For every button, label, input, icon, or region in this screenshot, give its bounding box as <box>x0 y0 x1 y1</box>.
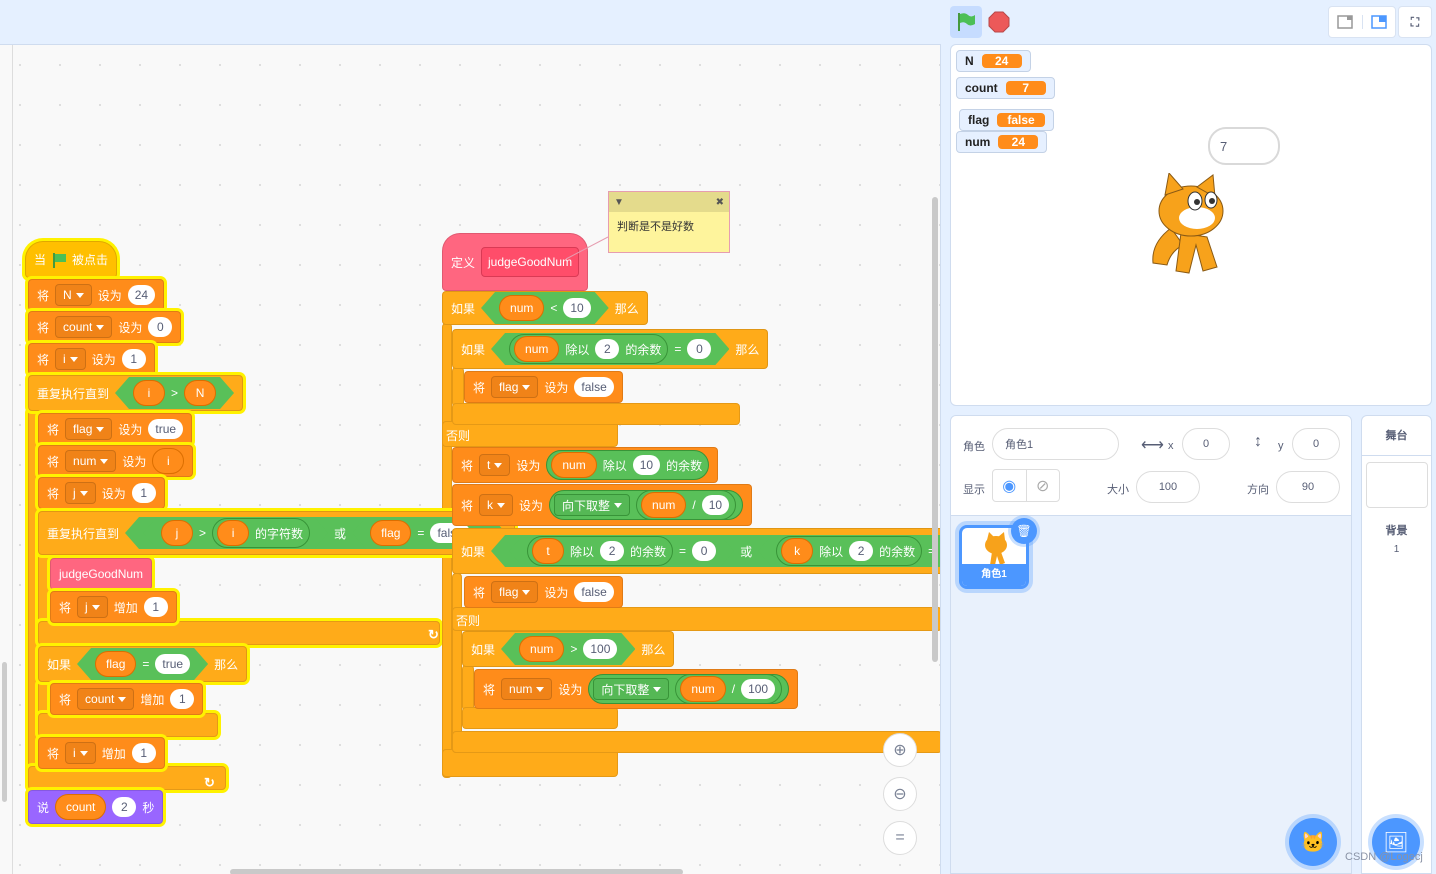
monitor-flag[interactable]: flag false <box>959 109 1054 131</box>
cat-sprite[interactable] <box>1141 173 1241 277</box>
choose-sprite-button[interactable]: 🐱 <box>1289 818 1337 866</box>
backdrops-count: 1 <box>1393 544 1400 555</box>
delete-sprite-button[interactable]: 🗑 <box>1011 518 1037 544</box>
watermark: CSDN @Logecj <box>1345 851 1423 863</box>
size-label: 大小 <box>1107 484 1129 496</box>
sprite-name-input[interactable]: 角色1 <box>992 428 1119 460</box>
sprite-info-panel: 角色 角色1 ⟷ x 0 ↕ y 0 显示 ◉ ⊘ 大小 100 方向 90 角… <box>950 415 1352 874</box>
direction-input[interactable]: 90 <box>1276 471 1340 503</box>
zoom-reset-button[interactable]: = <box>883 821 917 855</box>
chevron-down-icon[interactable]: ▼ <box>614 197 624 208</box>
zoom-out-button[interactable]: ⊖ <box>883 777 917 811</box>
comment-connector <box>565 236 609 260</box>
zoom-reset-icon: = <box>895 829 905 846</box>
zoom-in-icon: ⊕ <box>893 742 907 759</box>
fullscreen-button[interactable]: ⛶ <box>1398 6 1432 38</box>
monitor-num[interactable]: num 24 <box>956 131 1048 153</box>
hide-eye-icon[interactable]: ⊘ <box>1027 470 1060 501</box>
comment-note[interactable]: ▼ ✖ 判断是不是好数 <box>608 191 730 253</box>
show-eye-icon[interactable]: ◉ <box>993 470 1027 501</box>
sprite-label: 角色 <box>963 441 985 453</box>
visibility-toggle[interactable]: ◉ ⊘ <box>992 469 1060 502</box>
trash-icon: 🗑 <box>1016 524 1032 538</box>
palette-scrollbar[interactable] <box>2 662 7 802</box>
cat-add-icon: 🐱 <box>1300 831 1326 854</box>
x-input[interactable]: 0 <box>1182 428 1230 460</box>
stage-target-panel[interactable]: 舞台 背景 1 <box>1361 415 1432 874</box>
cat-thumbnail-icon <box>985 532 1007 565</box>
normal-stage-icon[interactable] <box>1361 15 1395 29</box>
monitor-N[interactable]: N 24 <box>956 50 1031 72</box>
stop-icon <box>988 11 1010 33</box>
code-workspace[interactable]: 当被点击将 N 设为 24 将 count 设为 0 将 i 设为 1 重复执行直到 i > N 将 flag 设为… <box>0 44 941 874</box>
backdrops-label: 背景 <box>1385 525 1408 537</box>
speech-bubble: 7 <box>1208 127 1280 165</box>
sprite-thumbnail-name: 角色1 <box>962 564 1026 586</box>
monitor-count[interactable]: count 7 <box>956 77 1055 99</box>
y-arrows-icon: ↕ <box>1254 433 1262 450</box>
x-label: x <box>1168 440 1174 452</box>
stop-button[interactable] <box>985 6 1013 38</box>
fullscreen-icon: ⛶ <box>1410 14 1420 29</box>
x-arrows-icon: ⟷ <box>1141 437 1164 454</box>
stage-layout-toggle[interactable] <box>1328 6 1396 38</box>
show-label: 显示 <box>963 484 985 496</box>
zoom-in-button[interactable]: ⊕ <box>883 733 917 767</box>
backdrop-thumbnail[interactable] <box>1365 462 1428 508</box>
comment-text[interactable]: 判断是不是好数 <box>609 212 729 240</box>
y-input[interactable]: 0 <box>1292 428 1340 460</box>
vertical-scrollbar[interactable] <box>932 197 938 662</box>
green-flag-icon <box>958 13 975 31</box>
green-flag-button[interactable] <box>950 6 982 38</box>
zoom-out-icon: ⊖ <box>893 786 907 803</box>
stage-title: 舞台 <box>1362 416 1431 456</box>
y-label: y <box>1278 440 1284 452</box>
horizontal-scrollbar[interactable] <box>230 869 683 874</box>
direction-label: 方向 <box>1247 484 1269 496</box>
stage-canvas[interactable]: N 24 count 7 flag false num 24 7 <box>950 44 1432 406</box>
close-icon[interactable]: ✖ <box>716 197 724 208</box>
small-stage-icon[interactable] <box>1329 15 1362 29</box>
size-input[interactable]: 100 <box>1136 471 1200 503</box>
